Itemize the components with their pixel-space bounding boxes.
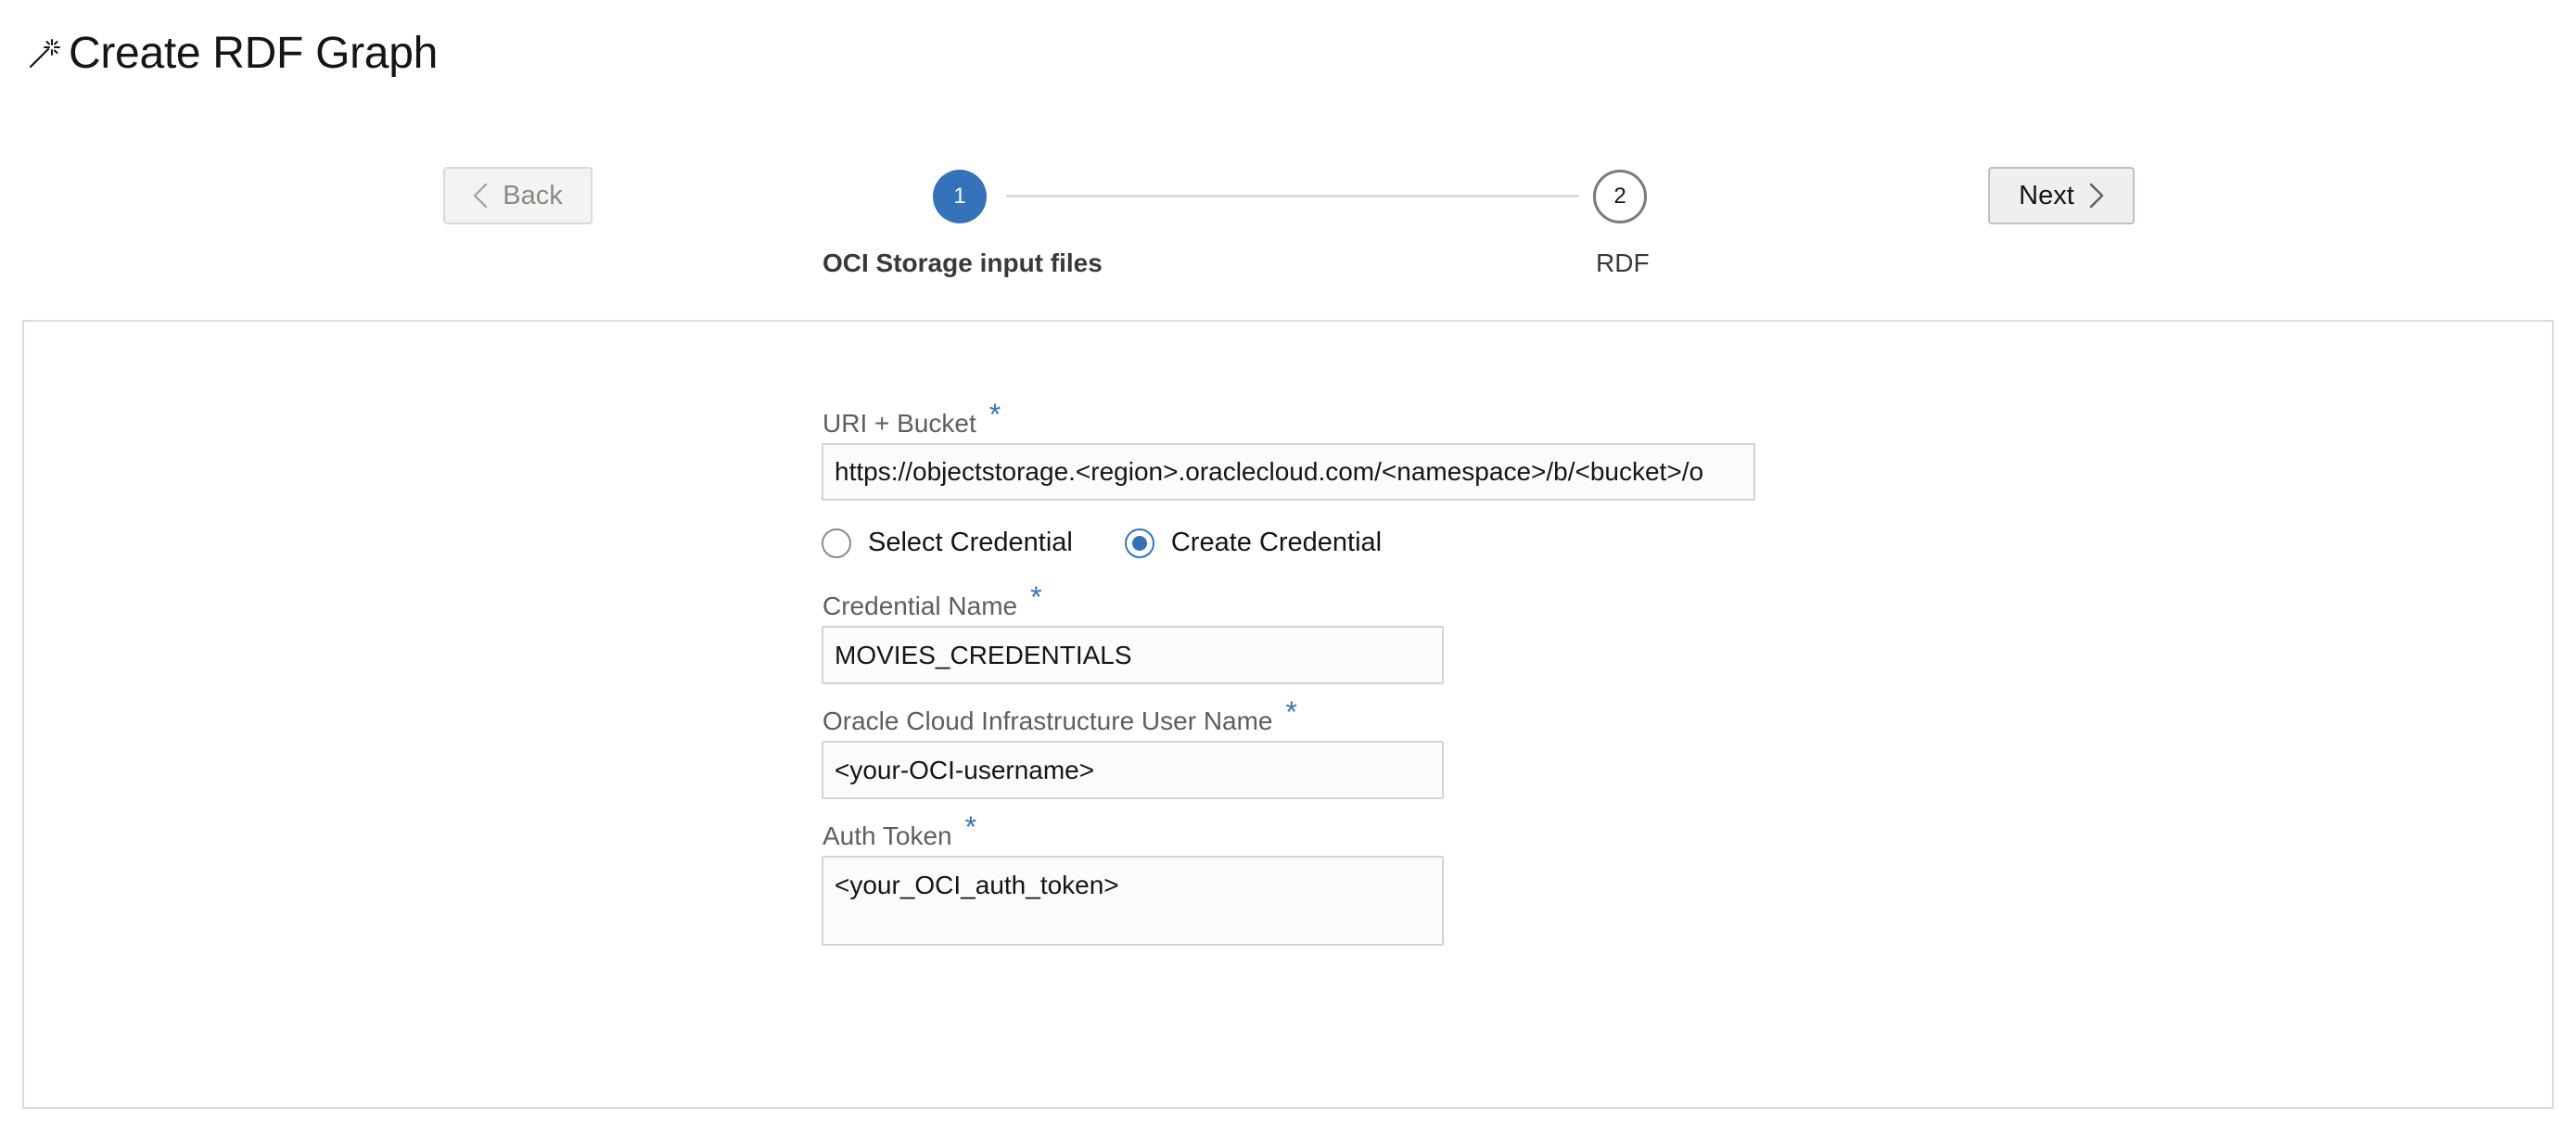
next-button[interactable]: Next (1988, 167, 2135, 224)
uri-bucket-label-text: URI + Bucket (823, 409, 976, 438)
train-connector (1006, 195, 1579, 197)
auth-token-textarea[interactable]: <your_OCI_auth_token> (822, 856, 1444, 946)
required-marker: * (1285, 695, 1297, 729)
radio-unchecked-icon (822, 528, 851, 558)
magic-wand-icon (28, 36, 61, 70)
oci-user-name-label-text: Oracle Cloud Infrastructure User Name (823, 707, 1273, 735)
train-step-2-number: 2 (1613, 184, 1626, 209)
chevron-right-icon (2089, 183, 2104, 209)
select-credential-radio[interactable]: Select Credential (822, 528, 1073, 558)
credential-mode-radio-group: Select Credential Create Credential (822, 528, 1382, 558)
oci-user-name-label: Oracle Cloud Infrastructure User Name * (823, 695, 1297, 737)
create-credential-label: Create Credential (1170, 528, 1383, 557)
auth-token-value: <your_OCI_auth_token> (835, 871, 1119, 899)
required-marker: * (964, 810, 977, 844)
train-step-1[interactable]: 1 (933, 170, 987, 223)
train-step-2-label[interactable]: RDF (1596, 248, 1650, 278)
train-step-1-number: 1 (953, 184, 966, 209)
uri-bucket-label: URI + Bucket * (823, 398, 1001, 439)
next-button-label: Next (2019, 180, 2074, 210)
page-title: Create RDF Graph (69, 28, 438, 78)
credential-name-label-text: Credential Name (823, 592, 1018, 620)
page-header: Create RDF Graph (28, 20, 438, 85)
create-credential-radio[interactable]: Create Credential (1124, 528, 1383, 558)
uri-bucket-value: https://objectstorage.<region>.oracleclo… (835, 457, 1704, 486)
credential-name-label: Credential Name * (823, 580, 1042, 622)
auth-token-label: Auth Token * (823, 810, 976, 852)
required-marker: * (988, 398, 1001, 431)
credential-name-value: MOVIES_CREDENTIALS (835, 640, 1132, 669)
required-marker: * (1030, 580, 1042, 614)
radio-checked-icon (1124, 528, 1154, 558)
train-step-2[interactable]: 2 (1593, 170, 1647, 223)
oci-user-name-input[interactable]: <your-OCI-username> (822, 741, 1444, 799)
back-button-label: Back (503, 180, 563, 210)
train-step-1-label[interactable]: OCI Storage input files (823, 248, 1103, 278)
auth-token-label-text: Auth Token (823, 821, 952, 850)
oci-user-name-value: <your-OCI-username> (835, 755, 1095, 784)
credential-name-input[interactable]: MOVIES_CREDENTIALS (822, 626, 1444, 684)
uri-bucket-input[interactable]: https://objectstorage.<region>.oracleclo… (822, 443, 1755, 501)
chevron-left-icon (473, 183, 488, 209)
select-credential-label: Select Credential (868, 528, 1073, 557)
back-button[interactable]: Back (443, 167, 593, 224)
